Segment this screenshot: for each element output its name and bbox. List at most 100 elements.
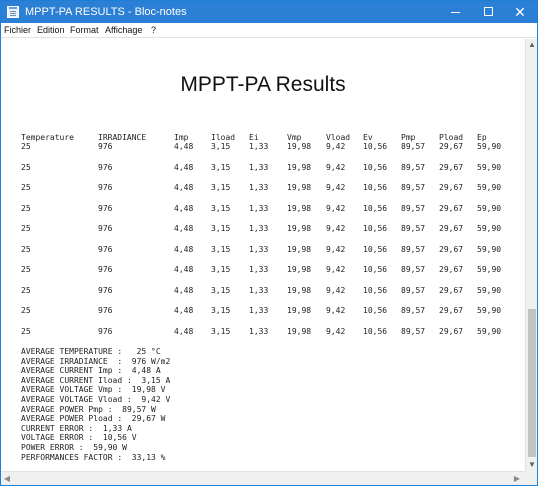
table-cell: 29,67 [439, 162, 464, 172]
close-button[interactable]: ✕ [503, 1, 537, 23]
table-cell: 10,56 [363, 265, 388, 274]
table-cell: 19,98 [287, 224, 312, 233]
maximize-icon [483, 7, 493, 17]
table-cell: 1,33 [249, 183, 269, 192]
summary-line: AVERAGE POWER Pmp : 89,57 W [21, 404, 156, 414]
table-cell: 19,98 [287, 326, 312, 336]
summary-line: AVERAGE CURRENT Imp : 4,48 A [21, 366, 161, 376]
table-cell: 4,48 [174, 265, 194, 274]
text-editor-area[interactable]: MPPT-PA Results Temperature IRRADIANCE Imp… [1, 39, 525, 471]
table-cell: 59,90 [477, 326, 502, 336]
table-cell: 59,90 [477, 244, 502, 254]
summary-line: AVERAGE IRRADIANCE : 976 W/m2 [21, 356, 171, 366]
table-cell: 4,48 [174, 203, 194, 213]
table-cell: 25 [21, 162, 31, 172]
scroll-down-icon[interactable]: ▼ [526, 459, 538, 471]
table-cell: 9,42 [326, 224, 346, 233]
table-cell: 3,15 [211, 224, 231, 233]
table-cell: 25 [21, 183, 31, 192]
table-cell: 25 [21, 224, 31, 233]
menu-fichier[interactable]: Fichier [4, 23, 31, 37]
summary-line: AVERAGE POWER Pload : 29,67 W [21, 414, 166, 424]
table-cell: 976 [98, 285, 113, 295]
table-cell: 19,98 [287, 142, 312, 151]
table-cell: 3,15 [211, 203, 231, 213]
table-cell: 4,48 [174, 306, 194, 315]
maximize-button[interactable] [471, 1, 505, 23]
minimize-button[interactable] [438, 1, 472, 23]
table-cell: 25 [21, 244, 31, 254]
table-cell: 89,57 [401, 285, 426, 295]
summary-line: AVERAGE VOLTAGE Vmp : 19,98 V [21, 385, 166, 395]
vertical-scrollbar[interactable]: ▲ ▼ [525, 39, 537, 471]
table-cell: 25 [21, 306, 31, 315]
table-cell: 976 [98, 265, 113, 274]
table-cell: 4,48 [174, 285, 194, 295]
table-cell: 976 [98, 183, 113, 192]
menu-bar: Fichier Edition Format Affichage ? [1, 23, 537, 38]
document-heading: MPPT-PA Results [180, 73, 346, 96]
table-cell: 29,67 [439, 142, 464, 151]
table-cell: 25 [21, 326, 31, 336]
table-cell: 89,57 [401, 244, 426, 254]
summary-line: VOLTAGE ERROR : 10,56 V [21, 433, 137, 443]
table-cell: 59,90 [477, 183, 502, 192]
table-cell: 89,57 [401, 326, 426, 336]
table-cell: 19,98 [287, 265, 312, 274]
table-cell: 10,56 [363, 203, 388, 213]
table-cell: 3,15 [211, 244, 231, 254]
table-cell: 25 [21, 203, 31, 213]
table-cell: 1,33 [249, 265, 269, 274]
table-cell: 10,56 [363, 326, 388, 336]
summary-line: AVERAGE VOLTAGE Vload : 9,42 V [21, 395, 171, 404]
table-cell: 29,67 [439, 306, 464, 315]
table-cell: 25 [21, 142, 31, 151]
menu-format[interactable]: Format [70, 23, 99, 37]
table-cell: 4,48 [174, 224, 194, 233]
table-cell: 59,90 [477, 265, 502, 274]
table-cell: 4,48 [174, 162, 194, 172]
summary-line: PERFORMANCES FACTOR : 33,13 % [21, 452, 166, 462]
table-cell: 19,98 [287, 306, 312, 315]
table-cell: 89,57 [401, 183, 426, 192]
title-bar[interactable]: MPPT-PA RESULTS - Bloc-notes ✕ [1, 1, 537, 23]
table-cell: 19,98 [287, 244, 312, 254]
table-cell: 3,15 [211, 162, 231, 172]
summary-line: AVERAGE TEMPERATURE : 25 °C [21, 347, 161, 356]
scroll-right-icon[interactable]: ▶ [511, 472, 523, 486]
table-cell: 9,42 [326, 285, 346, 295]
table-cell: 59,90 [477, 224, 502, 233]
notepad-icon [7, 6, 19, 18]
table-cell: 1,33 [249, 203, 269, 213]
table-cell: 25 [21, 285, 31, 295]
table-cell: 976 [98, 142, 113, 151]
table-cell: 29,67 [439, 244, 464, 254]
table-cell: 19,98 [287, 285, 312, 295]
table-cell: 29,67 [439, 224, 464, 233]
table-cell: 29,67 [439, 285, 464, 295]
table-cell: 9,42 [326, 244, 346, 254]
table-cell: 89,57 [401, 306, 426, 315]
table-cell: 4,48 [174, 183, 194, 192]
table-cell: 9,42 [326, 326, 346, 336]
table-cell: 59,90 [477, 162, 502, 172]
summary-line: AVERAGE CURRENT Iload : 3,15 A [21, 375, 171, 385]
table-cell: 9,42 [326, 306, 346, 315]
table-cell: 89,57 [401, 265, 426, 274]
table-cell: 3,15 [211, 265, 231, 274]
table-cell: 976 [98, 224, 113, 233]
menu-affichage[interactable]: Affichage [105, 23, 142, 37]
table-cell: 976 [98, 306, 113, 315]
table-cell: 9,42 [326, 183, 346, 192]
scroll-up-icon[interactable]: ▲ [526, 39, 538, 51]
horizontal-scrollbar[interactable]: ◀ ▶ [1, 471, 525, 485]
menu-help[interactable]: ? [151, 23, 156, 37]
table-cell: 89,57 [401, 203, 426, 213]
table-cell: 1,33 [249, 224, 269, 233]
scroll-left-icon[interactable]: ◀ [1, 472, 13, 486]
table-cell: 10,56 [363, 142, 388, 151]
menu-edition[interactable]: Edition [37, 23, 65, 37]
vertical-scroll-thumb[interactable] [528, 309, 536, 457]
table-cell: 29,67 [439, 183, 464, 192]
table-cell: 25 [21, 265, 31, 274]
